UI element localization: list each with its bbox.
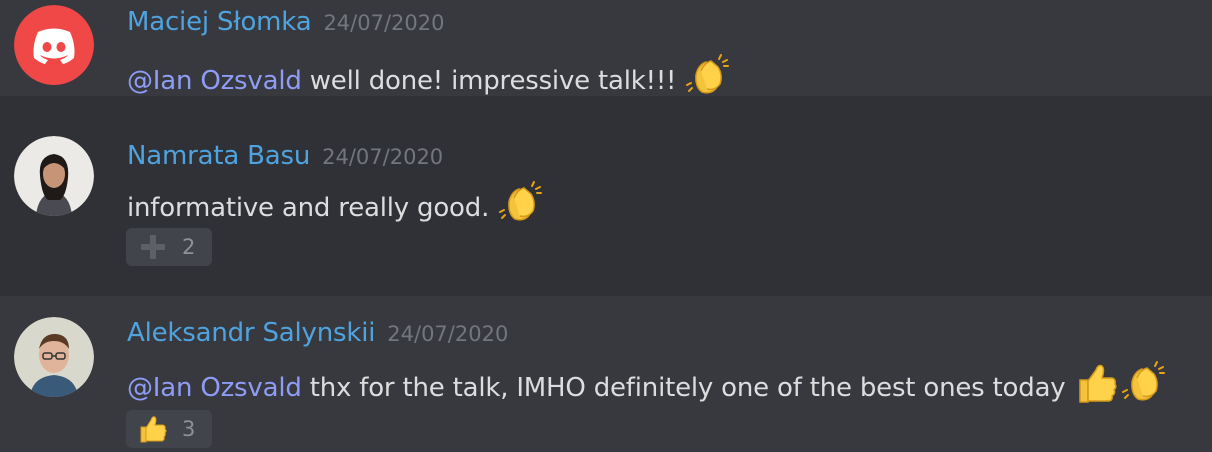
reaction-button[interactable]: 2: [126, 228, 212, 266]
message-content: @Ian Ozsvald thx for the talk, IMHO defi…: [127, 360, 1166, 406]
message-header: Maciej Słomka 24/07/2020: [127, 7, 444, 37]
message-header: Namrata Basu 24/07/2020: [127, 141, 443, 171]
plus-icon: [136, 232, 170, 262]
clapping-hands-icon: [1120, 360, 1166, 406]
discord-logo-icon: [14, 5, 94, 85]
thumbs-up-icon: [1074, 360, 1120, 406]
message-text: informative and really good.: [127, 193, 490, 223]
avatar[interactable]: [14, 5, 94, 85]
username[interactable]: Maciej Słomka: [127, 7, 312, 37]
message-text: well done! impressive talk!!!: [301, 66, 677, 96]
user-mention[interactable]: @Ian Ozsvald: [127, 373, 302, 403]
message: Maciej Słomka 24/07/2020 @Ian Ozsvald wel…: [0, 0, 1212, 96]
user-avatar-photo: [14, 136, 94, 216]
timestamp: 24/07/2020: [387, 322, 509, 346]
user-mention[interactable]: @Ian Ozsvald: [127, 66, 302, 96]
message: Aleksandr Salynskii 24/07/2020 @Ian Ozsva…: [0, 296, 1212, 452]
reaction-count: 2: [182, 235, 196, 259]
chat-message-list: Maciej Słomka 24/07/2020 @Ian Ozsvald wel…: [0, 0, 1212, 452]
username[interactable]: Aleksandr Salynskii: [127, 318, 375, 348]
timestamp: 24/07/2020: [322, 145, 444, 169]
message-header: Aleksandr Salynskii 24/07/2020: [127, 318, 508, 348]
clapping-hands-icon: [497, 180, 543, 226]
thumbs-up-icon: [136, 414, 170, 444]
avatar[interactable]: [14, 317, 94, 397]
reaction-button[interactable]: 3: [126, 410, 212, 448]
timestamp: 24/07/2020: [323, 11, 445, 35]
clapping-hands-icon: [684, 53, 730, 99]
message-content: @Ian Ozsvald well done! impressive talk!…: [127, 53, 730, 99]
username[interactable]: Namrata Basu: [127, 141, 310, 171]
message: Namrata Basu 24/07/2020 informative and r…: [0, 96, 1212, 296]
message-text: thx for the talk, IMHO definitely one of…: [301, 373, 1066, 403]
avatar[interactable]: [14, 136, 94, 216]
user-avatar-photo: [14, 317, 94, 397]
reaction-count: 3: [182, 417, 196, 441]
message-content: informative and really good.: [127, 180, 543, 226]
